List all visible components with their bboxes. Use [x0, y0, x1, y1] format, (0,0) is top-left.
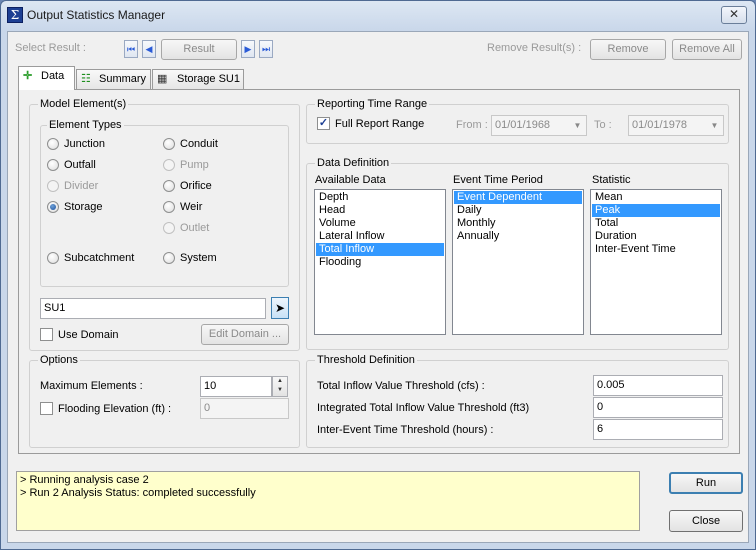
statistic-header: Statistic: [592, 174, 631, 186]
to-date-dropdown[interactable]: 01/01/1978 ▼: [628, 115, 724, 136]
flooding-elevation-input[interactable]: 0: [200, 398, 289, 419]
select-result-label: Select Result :: [15, 42, 86, 54]
check-mark-icon: ✓: [317, 117, 330, 130]
full-report-range-checkbox[interactable]: ✓ Full Report Range: [317, 117, 424, 130]
radio-system[interactable]: System: [163, 252, 217, 264]
event-time-period-list[interactable]: Event Dependent Daily Monthly Annually: [452, 189, 584, 335]
radio-storage[interactable]: Storage: [47, 201, 103, 213]
list-item[interactable]: Mean: [592, 191, 720, 204]
spin-up-icon[interactable]: ▲: [273, 377, 287, 386]
window-title: Output Statistics Manager: [27, 8, 166, 22]
log-line: > Run 2 Analysis Status: completed succe…: [20, 487, 256, 499]
radio-divider[interactable]: Divider: [47, 180, 98, 192]
last-result-icon[interactable]: ⏭: [259, 40, 273, 58]
cursor-arrow-icon: ➤: [274, 301, 286, 315]
list-item[interactable]: Flooding: [316, 256, 444, 269]
list-item[interactable]: Event Dependent: [454, 191, 582, 204]
data-definition-group: Data Definition Available Data Event Tim…: [306, 157, 729, 350]
total-inflow-threshold-label: Total Inflow Value Threshold (cfs) :: [317, 380, 485, 392]
radio-conduit[interactable]: Conduit: [163, 138, 218, 150]
radio-weir[interactable]: Weir: [163, 201, 202, 213]
remove-button[interactable]: Remove: [590, 39, 666, 60]
spin-down-icon[interactable]: ▼: [273, 386, 287, 395]
radio-junction[interactable]: Junction: [47, 138, 105, 150]
available-data-list[interactable]: Depth Head Volume Lateral Inflow Total I…: [314, 189, 446, 335]
from-date-dropdown[interactable]: 01/01/1968 ▼: [491, 115, 587, 136]
options-title: Options: [38, 354, 80, 366]
close-window-button[interactable]: ✕: [721, 6, 747, 24]
integrated-inflow-threshold-input[interactable]: 0: [593, 397, 723, 418]
pick-element-button[interactable]: ➤: [271, 297, 289, 319]
max-elements-spinner[interactable]: ▲ ▼: [272, 376, 288, 397]
chevron-down-icon: ▼: [573, 121, 582, 130]
list-item[interactable]: Total: [592, 217, 720, 230]
output-statistics-window: Σ Output Statistics Manager ✕ Select Res…: [0, 0, 756, 550]
table-icon: ▦: [157, 73, 168, 85]
use-domain-checkbox[interactable]: Use Domain: [40, 328, 119, 341]
tab-data[interactable]: ✛ Data: [18, 66, 75, 90]
list-item[interactable]: Total Inflow: [316, 243, 444, 256]
remove-all-button[interactable]: Remove All: [672, 39, 742, 60]
model-elements-group: Model Element(s) Element Types Junction …: [29, 98, 300, 351]
run-button[interactable]: Run: [669, 472, 743, 494]
reporting-time-range-group: Reporting Time Range ✓ Full Report Range …: [306, 98, 729, 144]
radio-subcatchment[interactable]: Subcatchment: [47, 252, 134, 264]
element-types-title: Element Types: [47, 119, 124, 131]
close-button[interactable]: Close: [669, 510, 743, 532]
next-result-icon[interactable]: ▶: [241, 40, 255, 58]
list-item[interactable]: Peak: [592, 204, 720, 217]
log-line: > Running analysis case 2: [20, 474, 149, 486]
remove-results-label: Remove Result(s) :: [487, 42, 582, 54]
threshold-definition-title: Threshold Definition: [315, 354, 417, 366]
max-elements-label: Maximum Elements :: [40, 380, 143, 392]
element-id-input[interactable]: SU1: [40, 298, 266, 319]
list-item[interactable]: Depth: [316, 191, 444, 204]
event-time-period-header: Event Time Period: [453, 174, 543, 186]
total-inflow-threshold-input[interactable]: 0.005: [593, 375, 723, 396]
sigma-app-icon: Σ: [7, 7, 23, 23]
statistic-list[interactable]: Mean Peak Total Duration Inter-Event Tim…: [590, 189, 722, 335]
inter-event-threshold-input[interactable]: 6: [593, 419, 723, 440]
crosshair-icon: ✛: [23, 70, 33, 82]
list-item[interactable]: Daily: [454, 204, 582, 217]
dialog-client: Select Result : ⏮ ◀ Result ▶ ⏭ Remove Re…: [7, 31, 749, 543]
list-item[interactable]: Lateral Inflow: [316, 230, 444, 243]
tab-storage-su1[interactable]: ▦ Storage SU1: [152, 69, 244, 89]
max-elements-input[interactable]: 10: [200, 376, 272, 397]
threshold-definition-group: Threshold Definition Total Inflow Value …: [306, 354, 729, 448]
radio-pump[interactable]: Pump: [163, 159, 209, 171]
result-button[interactable]: Result: [161, 39, 237, 60]
integrated-inflow-threshold-label: Integrated Total Inflow Value Threshold …: [317, 402, 530, 414]
options-group: Options Maximum Elements : 10 ▲ ▼ Floodi…: [29, 354, 300, 448]
available-data-header: Available Data: [315, 174, 386, 186]
tab-summary[interactable]: ☷ Summary: [76, 69, 151, 89]
list-icon: ☷: [81, 73, 91, 85]
chevron-down-icon: ▼: [710, 121, 719, 130]
radio-outfall[interactable]: Outfall: [47, 159, 96, 171]
list-item[interactable]: Inter-Event Time: [592, 243, 720, 256]
data-tab-page: Model Element(s) Element Types Junction …: [18, 89, 740, 454]
list-item[interactable]: Annually: [454, 230, 582, 243]
from-label: From :: [456, 119, 488, 131]
flooding-elevation-checkbox[interactable]: Flooding Elevation (ft) :: [40, 402, 171, 415]
prev-result-icon[interactable]: ◀: [142, 40, 156, 58]
to-label: To :: [594, 119, 612, 131]
radio-outlet[interactable]: Outlet: [163, 222, 209, 234]
data-definition-title: Data Definition: [315, 157, 392, 169]
title-bar[interactable]: Σ Output Statistics Manager ✕: [1, 1, 755, 29]
inter-event-threshold-label: Inter-Event Time Threshold (hours) :: [317, 424, 494, 436]
reporting-time-range-title: Reporting Time Range: [315, 98, 430, 110]
radio-orifice[interactable]: Orifice: [163, 180, 212, 192]
list-item[interactable]: Volume: [316, 217, 444, 230]
analysis-log: > Running analysis case 2 > Run 2 Analys…: [16, 471, 640, 531]
edit-domain-button[interactable]: Edit Domain ...: [201, 324, 289, 345]
list-item[interactable]: Head: [316, 204, 444, 217]
element-types-group: Element Types Junction Conduit Outfall P…: [40, 119, 289, 287]
first-result-icon[interactable]: ⏮: [124, 40, 138, 58]
list-item[interactable]: Duration: [592, 230, 720, 243]
model-elements-title: Model Element(s): [38, 98, 129, 110]
list-item[interactable]: Monthly: [454, 217, 582, 230]
